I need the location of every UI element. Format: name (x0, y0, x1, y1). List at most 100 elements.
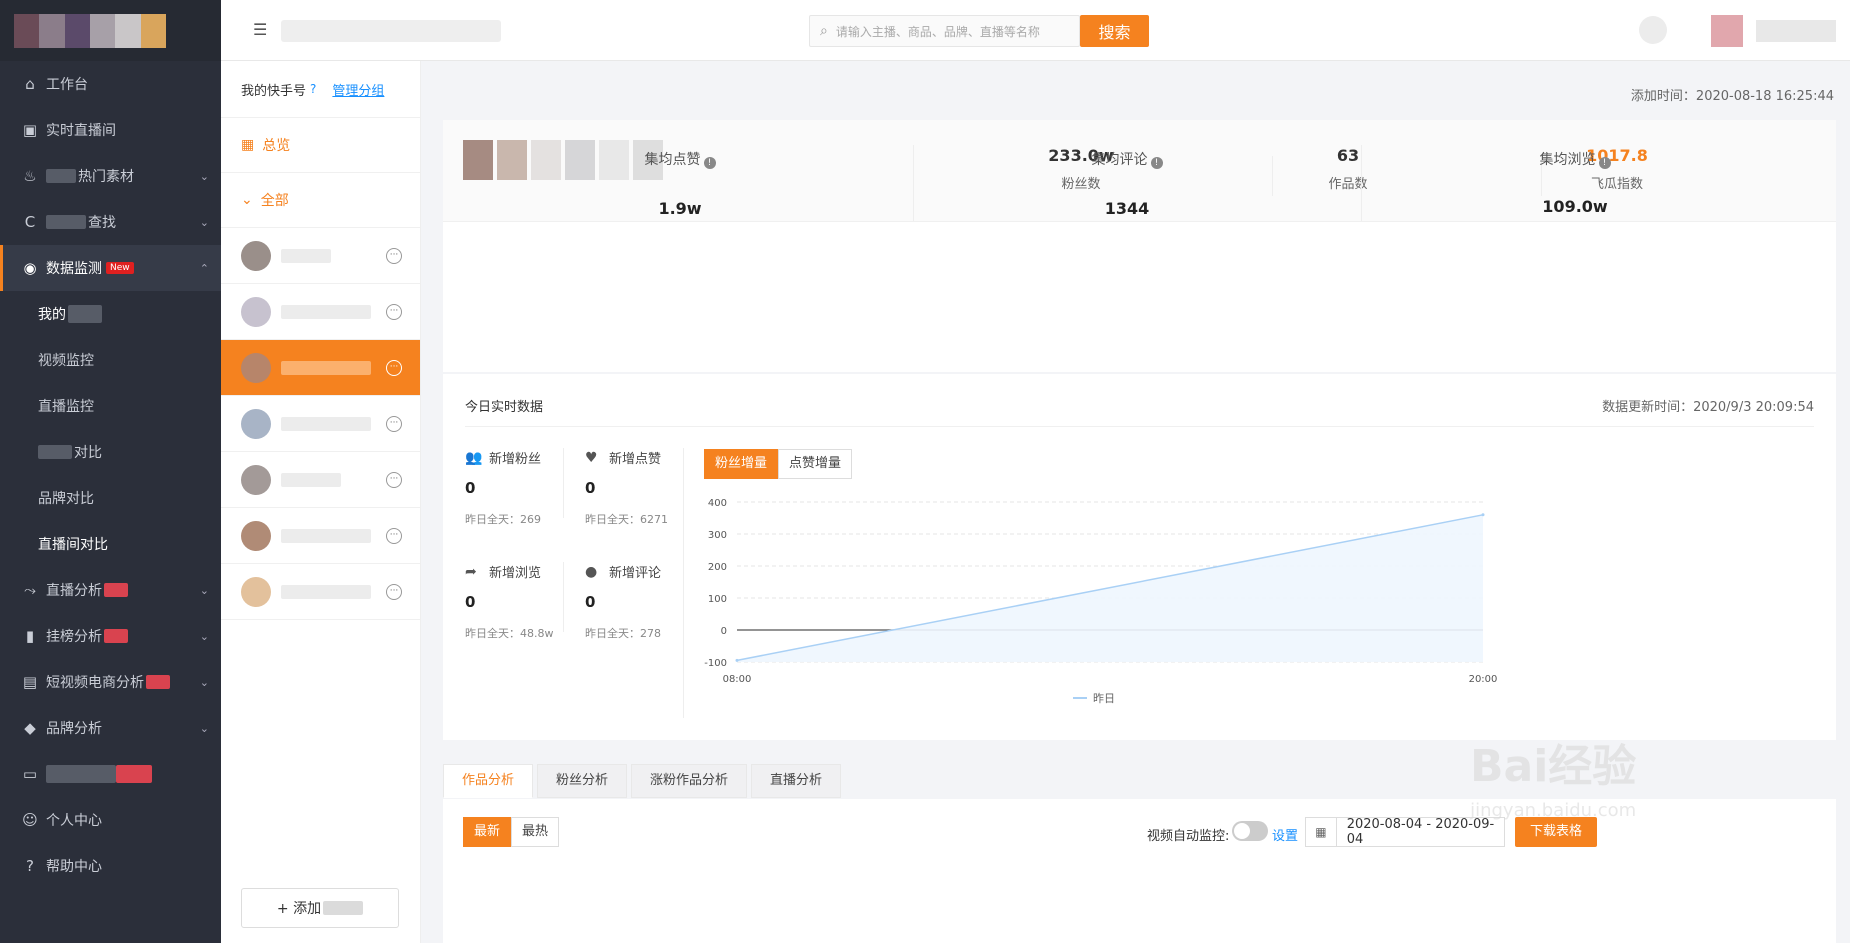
realtime-chart: 400 300 200 100 0 -100 08:00 20:00 昨日 (704, 498, 1498, 705)
divider (563, 562, 564, 632)
account-avatar (241, 464, 271, 495)
all-label: 全部 (260, 193, 289, 209)
sort-latest-button[interactable]: 最新 (463, 817, 512, 847)
sidebar-item-monitor[interactable]: ◉ 数据监测 New ⌃ (0, 245, 221, 291)
diamond-icon: ◆ (24, 719, 36, 737)
y-tick-label: 100 (708, 594, 727, 605)
subitem-label: 品牌对比 (38, 491, 94, 507)
search-button[interactable]: 搜索 (1080, 15, 1149, 47)
account-avatar (241, 408, 271, 439)
users-icon: 👥 (465, 449, 483, 466)
bar-chart-icon: ▮ (25, 627, 35, 645)
manage-groups-link[interactable]: 管理分组 (332, 80, 384, 99)
sidebar-item-help[interactable]: ? 帮助中心 (0, 843, 221, 889)
add-account-button[interactable]: + 添加 (241, 888, 399, 928)
sidebar-item-rank[interactable]: ▮ 挂榜分析 ⌄ (0, 613, 221, 659)
more-icon[interactable]: ··· (386, 303, 402, 320)
blurred-account-name (281, 472, 341, 487)
share-icon: ➦ (465, 563, 477, 580)
monitor-icon: ◉ (23, 259, 37, 277)
subitem-label: 直播监控 (38, 399, 94, 415)
settings-link[interactable]: 设置 (1272, 825, 1298, 844)
tab-works-analysis[interactable]: 作品分析 (443, 764, 534, 798)
account-row[interactable]: ··· (221, 564, 420, 620)
user-avatar[interactable] (1711, 15, 1743, 47)
sidebar-item-label: 热门素材 (78, 169, 134, 185)
avg-view: 集均浏览! 109.0w (1355, 149, 1795, 216)
tab-likes-increase[interactable]: 点赞增量 (778, 449, 853, 479)
metric-value: 0 (465, 593, 476, 611)
account-avatar (241, 296, 271, 327)
subitem-label: 视频监控 (38, 353, 94, 369)
notification-avatar[interactable] (1639, 16, 1667, 44)
sidebar-item-profile[interactable]: ☺ 个人中心 (0, 797, 221, 843)
y-tick-label: 300 (708, 530, 727, 541)
sidebar-subitem-liveroom-compare[interactable]: 直播间对比 (0, 521, 221, 567)
account-row[interactable]: ··· (221, 508, 420, 564)
sidebar-item-live[interactable]: ▣ 实时直播间 (0, 107, 221, 153)
sidebar-subitem-brand-compare[interactable]: 品牌对比 (0, 475, 221, 521)
menu-toggle-icon[interactable]: ☰ (253, 20, 267, 39)
info-icon[interactable]: ! (1150, 157, 1163, 169)
metric-value: 0 (585, 479, 596, 497)
more-icon[interactable]: ··· (386, 415, 402, 432)
profile-card: 233.0w 粉丝数 63 作品数 1017.8 飞瓜指数 集均点赞! 1.9w (443, 120, 1836, 372)
sidebar-item-blurred[interactable]: ▭ (0, 751, 221, 797)
tab-fans-increase[interactable]: 粉丝增量 (704, 449, 779, 479)
more-icon[interactable]: ··· (386, 359, 402, 376)
sort-hot-button[interactable]: 最热 (511, 817, 560, 847)
account-row[interactable]: ··· (221, 284, 420, 340)
auto-monitor-toggle[interactable] (1232, 821, 1268, 841)
account-row[interactable]: ··· (221, 228, 420, 284)
blurred-account-name (281, 584, 371, 599)
watermark-text: Bai经验 (1470, 741, 1637, 792)
sidebar-item-label: 挂榜分析 (46, 629, 102, 645)
x-tick-label: 20:00 (1469, 674, 1498, 685)
chevron-down-icon: ⌄ (199, 721, 209, 735)
chevron-down-icon: ⌄ (199, 675, 209, 689)
sidebar-subitem-mine[interactable]: 我的 (0, 291, 221, 337)
blurred-username[interactable] (1756, 20, 1836, 42)
sidebar-item-ecommerce[interactable]: ▤ 短视频电商分析 ⌄ (0, 659, 221, 705)
info-icon[interactable]: ! (703, 157, 716, 169)
more-icon[interactable]: ··· (386, 583, 402, 600)
avg-like-label: 集均点赞 (644, 152, 701, 168)
info-icon[interactable]: ! (1598, 157, 1611, 169)
tab-growth-works-analysis[interactable]: 涨粉作品分析 (631, 764, 748, 798)
trend-icon: ⤳ (23, 581, 36, 599)
sidebar-subitem-video[interactable]: 视频监控 (0, 337, 221, 383)
sidebar-item-brand[interactable]: ◆ 品牌分析 ⌄ (0, 705, 221, 751)
date-range-picker[interactable]: ▦ 2020-08-04 - 2020-09-04 (1305, 817, 1505, 847)
sidebar-item-search[interactable]: C 查找 ⌄ (0, 199, 221, 245)
account-row[interactable]: ··· (221, 452, 420, 508)
account-row[interactable]: ··· (221, 396, 420, 452)
data-point (1481, 513, 1485, 517)
accounts-all-group[interactable]: ⌄ 全部 (221, 173, 420, 228)
more-icon[interactable]: ··· (386, 527, 402, 544)
account-avatar (241, 520, 271, 551)
sidebar-item-workbench[interactable]: ⌂ 工作台 (0, 61, 221, 107)
sidebar-item-live-analysis[interactable]: ⤳ 直播分析 ⌄ (0, 567, 221, 613)
more-icon[interactable]: ··· (386, 471, 402, 488)
account-row-selected[interactable]: ··· (221, 340, 420, 396)
tab-fans-analysis[interactable]: 粉丝分析 (537, 764, 628, 798)
search-input[interactable]: ⌕ 请输入主播、商品、品牌、直播等名称 (809, 15, 1080, 47)
download-table-button[interactable]: 下载表格 (1515, 817, 1597, 847)
accounts-overview[interactable]: ▦ 总览 (221, 118, 420, 173)
sidebar-item-label: 查找 (88, 215, 116, 231)
more-icon[interactable]: ··· (386, 247, 402, 264)
updated-value: 2020/9/3 20:09:54 (1693, 400, 1814, 415)
avg-comment-label: 集均评论 (1091, 152, 1148, 168)
chevron-up-icon: ⌃ (199, 261, 209, 275)
realtime-card: 今日实时数据 数据更新时间：2020/9/3 20:09:54 👥 新增粉丝 0 … (443, 374, 1836, 740)
chevron-down-icon: ⌄ (199, 169, 209, 183)
sidebar-subitem-compare[interactable]: 对比 (0, 429, 221, 475)
help-icon[interactable]: ? (310, 82, 316, 96)
sidebar-item-hot[interactable]: ♨ 热门素材 ⌄ (0, 153, 221, 199)
overview-label: 总览 (262, 138, 291, 154)
logo[interactable] (0, 0, 221, 61)
tab-live-analysis[interactable]: 直播分析 (751, 764, 842, 798)
sidebar-subitem-livemon[interactable]: 直播监控 (0, 383, 221, 429)
user-icon: ☺ (22, 811, 38, 829)
watermark-sub: jingyan.baidu.com (1470, 800, 1637, 821)
